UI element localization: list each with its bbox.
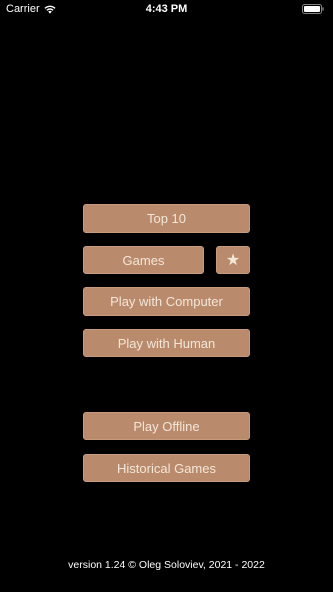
status-time: 4:43 PM [145, 3, 188, 15]
version-footer: version 1.24 © Oleg Soloviev, 2021 - 202… [68, 559, 265, 571]
top10-button[interactable]: Top 10 [83, 204, 250, 233]
play-with-computer-button[interactable]: Play with Computer [83, 287, 250, 316]
star-icon: ★ [225, 252, 241, 269]
favorites-star-button[interactable]: ★ [216, 246, 250, 274]
play-offline-button[interactable]: Play Offline [83, 412, 250, 440]
games-button[interactable]: Games [83, 246, 204, 274]
play-with-human-button[interactable]: Play with Human [83, 329, 250, 357]
battery-icon [302, 4, 324, 14]
historical-games-button[interactable]: Historical Games [83, 454, 250, 482]
status-bar: Carrier 4:43 PM [0, 0, 333, 18]
